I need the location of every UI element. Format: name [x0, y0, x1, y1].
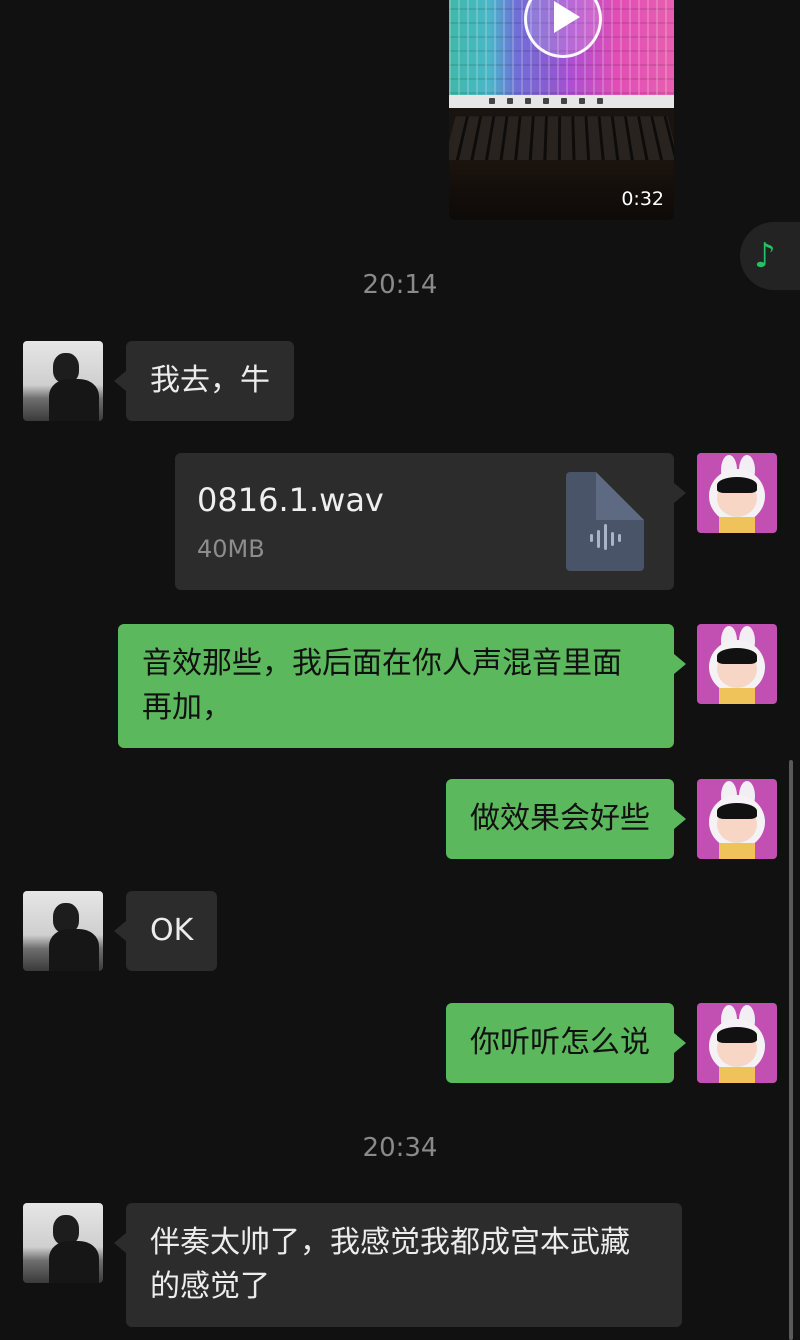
message-text: 做效果会好些	[470, 801, 650, 836]
message-text: 伴奏太帅了，我感觉我都成宫本武藏的感觉了	[150, 1225, 630, 1304]
file-message[interactable]: 0816.1.wav 40MB	[175, 453, 674, 590]
timestamp: 20:14	[0, 270, 800, 300]
timestamp: 20:34	[0, 1133, 800, 1163]
avatar-self[interactable]	[697, 453, 777, 533]
audio-file-icon	[566, 472, 644, 571]
message-bubble-incoming[interactable]: OK	[126, 891, 217, 971]
avatar-friend[interactable]	[23, 1203, 103, 1283]
message-bubble-incoming[interactable]: 我去，牛	[126, 341, 294, 421]
scrollbar[interactable]	[789, 760, 793, 1340]
avatar-friend[interactable]	[23, 341, 103, 421]
avatar-self[interactable]	[697, 624, 777, 704]
video-duration: 0:32	[621, 188, 664, 210]
message-text: 音效那些，我后面在你人声混音里面再加，	[142, 646, 622, 725]
message-bubble-incoming[interactable]: 伴奏太帅了，我感觉我都成宫本武藏的感觉了	[126, 1203, 682, 1327]
message-text: 我去，牛	[150, 363, 270, 398]
avatar-self[interactable]	[697, 1003, 777, 1083]
file-size: 40MB	[197, 535, 265, 563]
video-message[interactable]: 0:32	[449, 0, 674, 220]
avatar-friend[interactable]	[23, 891, 103, 971]
message-bubble-outgoing[interactable]: 做效果会好些	[446, 779, 674, 859]
message-bubble-outgoing[interactable]: 你听听怎么说	[446, 1003, 674, 1083]
avatar-self[interactable]	[697, 779, 777, 859]
message-text: 你听听怎么说	[470, 1025, 650, 1060]
message-bubble-outgoing[interactable]: 音效那些，我后面在你人声混音里面再加，	[118, 624, 674, 748]
message-text: OK	[150, 913, 193, 948]
file-name: 0816.1.wav	[197, 481, 384, 519]
